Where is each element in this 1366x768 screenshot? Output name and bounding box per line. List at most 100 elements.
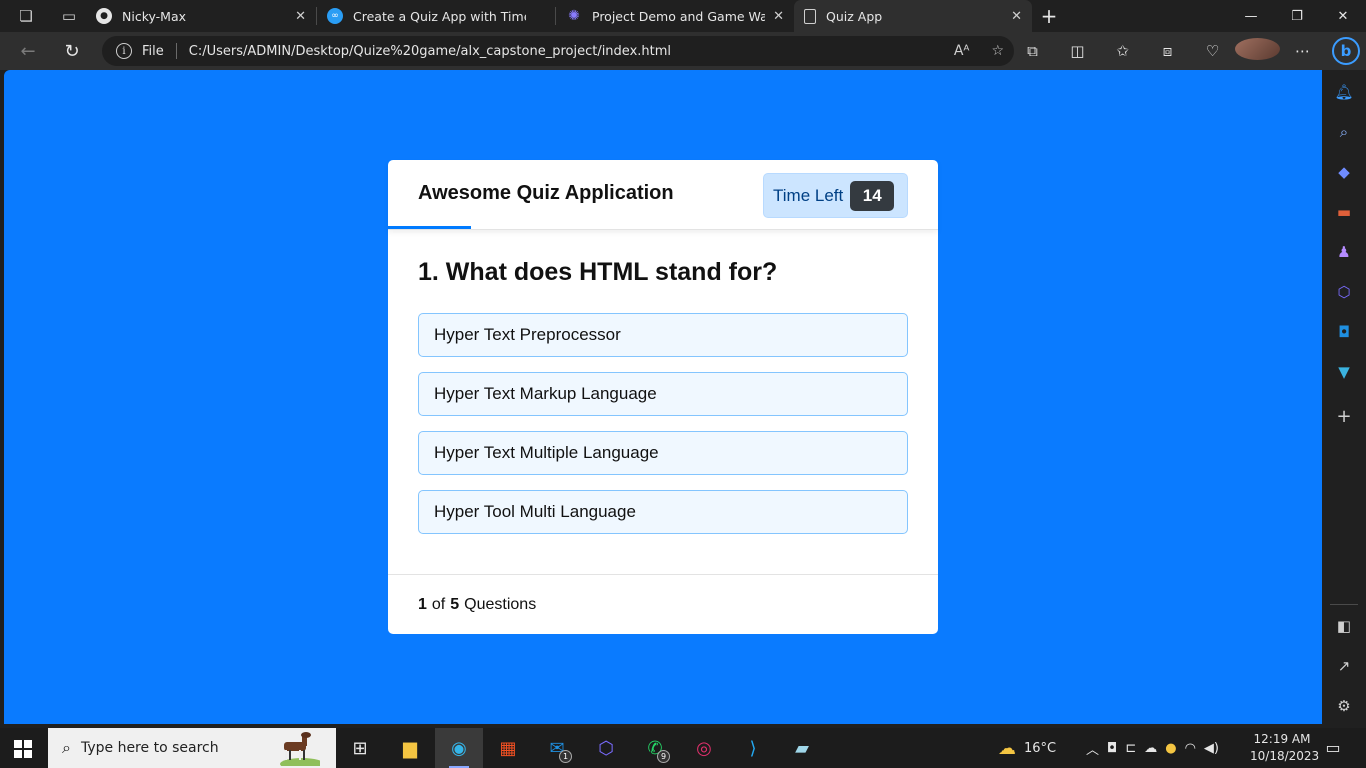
quiz-header: Awesome Quiz Application Time Left 14: [388, 160, 938, 230]
total-questions-number: 5: [450, 595, 460, 613]
extensions-icon[interactable]: ⧉: [1010, 42, 1055, 60]
network-plug-icon[interactable]: ⊏: [1125, 741, 1136, 756]
mail-badge: 1: [559, 750, 572, 763]
copilot-taskbar-icon[interactable]: ⬡: [582, 728, 630, 768]
close-window-icon[interactable]: ✕: [1320, 0, 1366, 32]
more-menu-icon[interactable]: ⋯: [1280, 42, 1325, 60]
tab-title: Project Demo and Game Walkthr: [592, 8, 766, 24]
info-icon[interactable]: i: [116, 43, 132, 59]
timer-seconds: 14: [850, 180, 895, 211]
scheme-label: File: [142, 43, 164, 59]
search-icon: ⌕: [62, 738, 71, 757]
refresh-icon[interactable]: ↻: [50, 32, 94, 70]
search-icon[interactable]: ⌕: [1334, 122, 1354, 142]
show-hidden-icons-icon[interactable]: ︿: [1086, 739, 1099, 758]
copilot-icon[interactable]: ⬡: [1334, 282, 1354, 302]
outlook-icon[interactable]: ◘: [1334, 322, 1354, 342]
quiz-title: Awesome Quiz Application: [418, 182, 674, 204]
clock-date: 10/18/2023: [1250, 749, 1320, 763]
tab-title: Create a Quiz App with Timer usi: [353, 8, 526, 24]
vscode-icon[interactable]: ⟩: [729, 728, 777, 768]
option-3[interactable]: Hyper Text Multiple Language: [418, 431, 908, 475]
option-4[interactable]: Hyper Tool Multi Language: [418, 490, 908, 534]
read-aloud-icon[interactable]: Aᴬ: [954, 43, 970, 59]
address-divider: [175, 43, 177, 59]
url-text[interactable]: C:/Users/ADMIN/Desktop/Quize%20game/alx_…: [189, 44, 671, 59]
bing-copilot-icon[interactable]: b: [1332, 37, 1360, 65]
notification-center-icon[interactable]: ▭: [1322, 738, 1344, 758]
tab-strip: ❏ ▭ ● Nicky-Max ✕ ∞ Create a Quiz App wi…: [0, 0, 1366, 32]
instagram-icon[interactable]: ◎: [680, 728, 728, 768]
restore-icon[interactable]: ❐: [1274, 0, 1320, 32]
whatsapp-badge: 9: [657, 750, 670, 763]
option-1[interactable]: Hyper Text Preprocessor: [418, 313, 908, 357]
tab-quiz-app[interactable]: Quiz App ✕: [794, 0, 1032, 32]
notifications-icon[interactable]: 🔔︎: [1334, 82, 1354, 102]
counter-of-text: of: [431, 595, 446, 613]
new-tab-button[interactable]: +: [1032, 4, 1066, 28]
edge-browser-icon[interactable]: ◉: [435, 728, 483, 768]
close-icon[interactable]: ✕: [773, 9, 784, 24]
favorite-star-icon[interactable]: ☆: [991, 43, 1004, 59]
weather-widget[interactable]: ☁ 16°C: [998, 728, 1056, 768]
time-progress-line: [388, 226, 471, 229]
tab-quiz-tutorial[interactable]: ∞ Create a Quiz App with Timer usi ✕: [317, 0, 555, 32]
hide-sidebar-icon[interactable]: ◧: [1334, 616, 1354, 636]
quiz-card: Awesome Quiz Application Time Left 14 1.…: [388, 160, 938, 634]
browser-essentials-icon[interactable]: ♡: [1190, 42, 1235, 60]
split-screen-icon[interactable]: ◫: [1055, 42, 1100, 60]
taskbar-search-box[interactable]: ⌕ Type here to search: [48, 728, 336, 768]
collections-icon[interactable]: ⧈: [1145, 42, 1190, 60]
tab-github[interactable]: ● Nicky-Max ✕: [86, 0, 316, 32]
question-counter: 1 of 5 Questions: [388, 574, 938, 634]
timer: Time Left 14: [763, 173, 908, 218]
games-icon[interactable]: ♟: [1334, 242, 1354, 262]
question-text: 1. What does HTML stand for?: [418, 258, 778, 286]
volume-icon[interactable]: ◀): [1204, 741, 1219, 756]
tab-title: Nicky-Max: [122, 8, 187, 24]
tab-actions-icon[interactable]: ▭: [52, 0, 86, 32]
address-bar[interactable]: i File C:/Users/ADMIN/Desktop/Quize%20ga…: [102, 36, 1014, 66]
mail-icon[interactable]: ✉ 1: [533, 728, 581, 768]
weather-temp: 16°C: [1024, 740, 1057, 756]
wifi-icon[interactable]: ◠: [1185, 741, 1196, 756]
tools-icon[interactable]: ▬: [1334, 202, 1354, 222]
site-icon: ∞: [327, 8, 343, 24]
option-2[interactable]: Hyper Text Markup Language: [418, 372, 908, 416]
favorites-icon[interactable]: ✩: [1100, 42, 1145, 60]
toolbar-actions: ⧉ ◫ ✩ ⧈ ♡ ⋯: [1010, 32, 1325, 70]
okapi-illustration-icon: [280, 732, 320, 766]
onedrive-cloud-icon[interactable]: ☁: [1144, 741, 1157, 756]
shopping-tag-icon[interactable]: ◆: [1334, 162, 1354, 182]
close-icon[interactable]: ✕: [295, 9, 306, 24]
file-explorer-icon[interactable]: ▆: [386, 728, 434, 768]
close-icon[interactable]: ✕: [1011, 9, 1022, 24]
timer-label: Time Left: [773, 185, 844, 205]
sidebar-divider: [1330, 604, 1358, 605]
add-sidebar-app-icon[interactable]: +: [1334, 406, 1354, 427]
notepad-icon[interactable]: ▰: [778, 728, 826, 768]
taskbar-clock[interactable]: 12:19 AM 10/18/2023: [1250, 731, 1320, 765]
settings-gear-icon[interactable]: ⚙: [1334, 696, 1354, 716]
current-question-number: 1: [418, 595, 427, 613]
window-controls: — ❐ ✕: [1228, 0, 1366, 32]
start-windows-icon[interactable]: [14, 740, 32, 758]
workspaces-icon[interactable]: ❏: [0, 0, 52, 32]
page-icon: [804, 8, 816, 24]
clock-time: 12:19 AM: [1253, 732, 1311, 746]
back-icon[interactable]: ←: [6, 32, 50, 70]
profile-avatar[interactable]: [1235, 38, 1280, 64]
windows-taskbar: ⌕ Type here to search ⊞ ▆ ◉ ▦ ✉ 1 ⬡ ✆ 9 ◎ …: [0, 728, 1366, 768]
drop-icon[interactable]: ▼: [1334, 362, 1354, 382]
microsoft-store-icon[interactable]: ▦: [484, 728, 532, 768]
whatsapp-icon[interactable]: ✆ 9: [631, 728, 679, 768]
open-external-icon[interactable]: ↗: [1334, 656, 1354, 676]
counter-suffix: Questions: [464, 595, 537, 613]
edge-sidebar: 🔔︎ ⌕ ◆ ▬ ♟ ⬡ ◘ ▼ + ◧ ↗ ⚙: [1322, 70, 1366, 724]
task-view-icon[interactable]: ⊞: [336, 728, 384, 768]
weather-cloud-icon: ☁: [998, 737, 1016, 759]
minimize-icon[interactable]: —: [1228, 0, 1274, 32]
security-icon[interactable]: ●: [1165, 741, 1176, 756]
tab-project-demo[interactable]: ✺ Project Demo and Game Walkthr ✕: [556, 0, 794, 32]
camera-icon[interactable]: ◘: [1107, 741, 1117, 756]
